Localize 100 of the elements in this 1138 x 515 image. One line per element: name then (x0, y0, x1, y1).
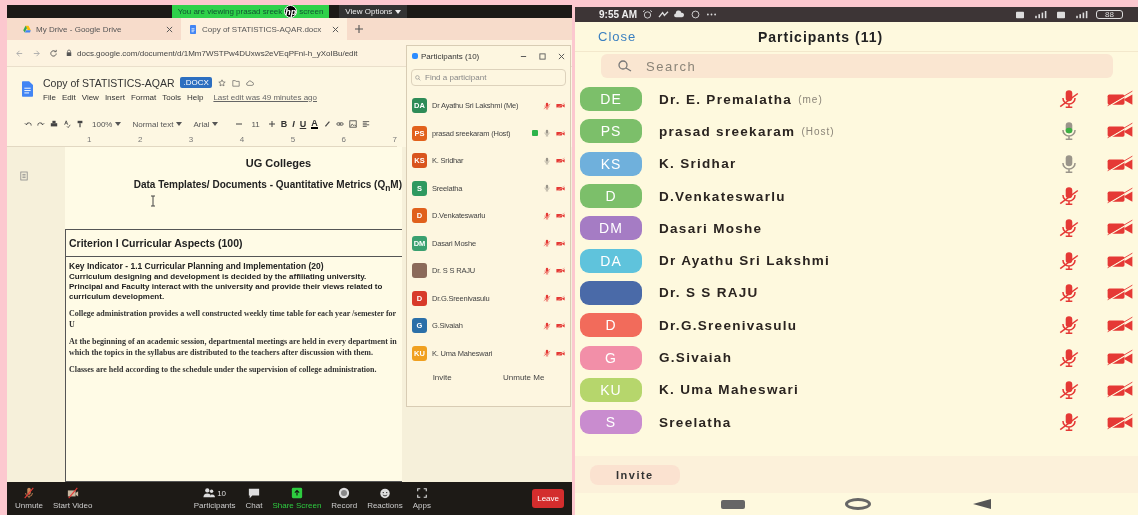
last-edit-link[interactable]: Last edit was 49 minutes ago (213, 92, 317, 102)
camera-off-icon[interactable] (1106, 122, 1134, 141)
format-button[interactable]: B (280, 119, 288, 129)
maximize-icon[interactable] (539, 52, 546, 60)
mic-icon[interactable] (543, 156, 551, 165)
camera-off-icon[interactable] (556, 212, 565, 220)
format-button[interactable]: I (292, 119, 295, 129)
menu-item[interactable]: Tools (162, 92, 181, 102)
record-control[interactable]: Record (331, 487, 358, 510)
camera-off-icon[interactable] (1106, 348, 1134, 367)
menu-item[interactable]: Edit (61, 92, 76, 102)
search-field[interactable]: Search (601, 54, 1113, 78)
camera-off-icon[interactable] (1106, 283, 1134, 302)
camera-off-icon[interactable] (556, 129, 565, 137)
menu-item[interactable]: File (43, 92, 56, 102)
camera-off-icon[interactable] (556, 239, 565, 247)
image-icon[interactable] (348, 120, 357, 128)
close-tab-icon[interactable] (332, 25, 339, 33)
muted-mic-icon[interactable] (1057, 249, 1081, 272)
panel-button[interactable]: Invite (432, 373, 452, 382)
menu-item[interactable]: Help (186, 92, 204, 102)
muted-mic-icon[interactable] (543, 321, 551, 330)
camera-off-icon[interactable] (556, 184, 565, 192)
font-size-field[interactable]: 11 (251, 119, 260, 129)
avatar: DA (580, 248, 642, 273)
mic-control[interactable]: Unmute (15, 487, 43, 510)
recents-button[interactable] (720, 499, 745, 509)
mic-icon[interactable] (543, 184, 551, 193)
paint-format-icon[interactable] (76, 120, 84, 128)
share-control[interactable]: Share Screen (272, 487, 322, 510)
spellcheck-icon[interactable] (63, 120, 71, 128)
camera-off-icon[interactable] (556, 157, 565, 165)
format-button[interactable]: A (311, 119, 318, 129)
close-link[interactable]: Close (598, 29, 758, 44)
muted-mic-icon[interactable] (1057, 88, 1081, 111)
browser-tab[interactable]: My Drive - Google Drive (15, 18, 181, 40)
menu-item[interactable]: View (81, 92, 99, 102)
align-icon[interactable] (361, 120, 370, 128)
document-title[interactable]: Copy of STATISTICS-AQAR (43, 76, 175, 89)
outline-icon[interactable] (20, 171, 28, 181)
redo-icon[interactable] (37, 120, 45, 128)
minus-icon[interactable] (235, 120, 244, 128)
print-icon[interactable] (50, 120, 58, 128)
cloud-icon (674, 10, 685, 19)
camera-off-icon[interactable] (556, 267, 565, 275)
address-field[interactable]: docs.google.com/document/d/1Mm7WSTPw4DUxws2eVEqPFni-h_yXoIBu/edit (77, 48, 358, 58)
browser-tab[interactable]: Copy of STATISTICS-AQAR.docx (181, 18, 347, 40)
reactions-control[interactable]: Reactions (367, 487, 403, 510)
home-button[interactable] (844, 498, 871, 511)
muted-mic-icon[interactable] (1057, 281, 1081, 304)
reload-icon[interactable] (49, 48, 58, 58)
muted-mic-icon[interactable] (543, 294, 551, 303)
video-control[interactable]: Start Video (53, 487, 93, 510)
cloud-icon[interactable] (245, 78, 254, 87)
muted-mic-icon[interactable] (1057, 378, 1081, 401)
muted-mic-icon[interactable] (543, 211, 551, 220)
new-tab-icon[interactable] (355, 25, 363, 33)
camera-off-icon[interactable] (1106, 251, 1134, 270)
muted-mic-icon[interactable] (543, 101, 551, 110)
star-icon[interactable] (217, 78, 226, 87)
apps-control[interactable]: Apps (412, 487, 431, 510)
close-icon[interactable] (558, 52, 565, 60)
ruler-number: 6 (341, 135, 347, 146)
folder-icon[interactable] (231, 78, 240, 87)
search-field[interactable]: Find a participant (411, 69, 566, 86)
camera-off-icon[interactable] (556, 102, 565, 110)
caret-icon (115, 122, 122, 126)
highlight-icon[interactable] (322, 120, 331, 128)
camera-off-icon[interactable] (556, 294, 565, 302)
muted-mic-icon[interactable] (1057, 314, 1081, 337)
leave-button[interactable]: Leave (532, 489, 564, 508)
undo-icon[interactable] (24, 120, 32, 128)
menu-item[interactable]: Insert (104, 92, 125, 102)
camera-off-icon[interactable] (1106, 154, 1134, 173)
chat-control[interactable]: Chat (245, 487, 263, 510)
format-button[interactable]: U (299, 119, 307, 129)
muted-mic-icon[interactable] (543, 266, 551, 275)
muted-mic-icon[interactable] (1057, 217, 1081, 240)
camera-off-icon[interactable] (556, 322, 565, 330)
muted-mic-icon[interactable] (543, 349, 551, 358)
mic-icon[interactable] (543, 129, 551, 138)
menu-item[interactable]: Format (130, 92, 157, 102)
muted-mic-icon[interactable] (1057, 411, 1081, 434)
close-tab-icon[interactable] (166, 25, 173, 33)
participant-name: prasad sreekaram (659, 123, 796, 139)
zoom-dropdown[interactable]: 100% (92, 119, 122, 129)
muted-mic-icon[interactable] (543, 239, 551, 248)
panel-button[interactable]: Unmute Me (503, 373, 545, 382)
participants-control[interactable]: 10 Participants (193, 487, 236, 510)
view-options-button[interactable]: View Options (339, 5, 408, 18)
plus-icon[interactable] (267, 120, 276, 128)
muted-mic-icon[interactable] (1057, 185, 1081, 208)
muted-mic-icon[interactable] (1057, 346, 1081, 369)
document-heading: UG Colleges (244, 157, 313, 169)
font-dropdown[interactable]: Arial (193, 119, 219, 129)
camera-off-icon[interactable] (1106, 380, 1134, 399)
link-icon[interactable] (335, 120, 344, 128)
style-dropdown[interactable]: Normal text (132, 119, 183, 129)
camera-off-icon[interactable] (556, 349, 565, 357)
invite-button[interactable]: Invite (590, 464, 680, 485)
